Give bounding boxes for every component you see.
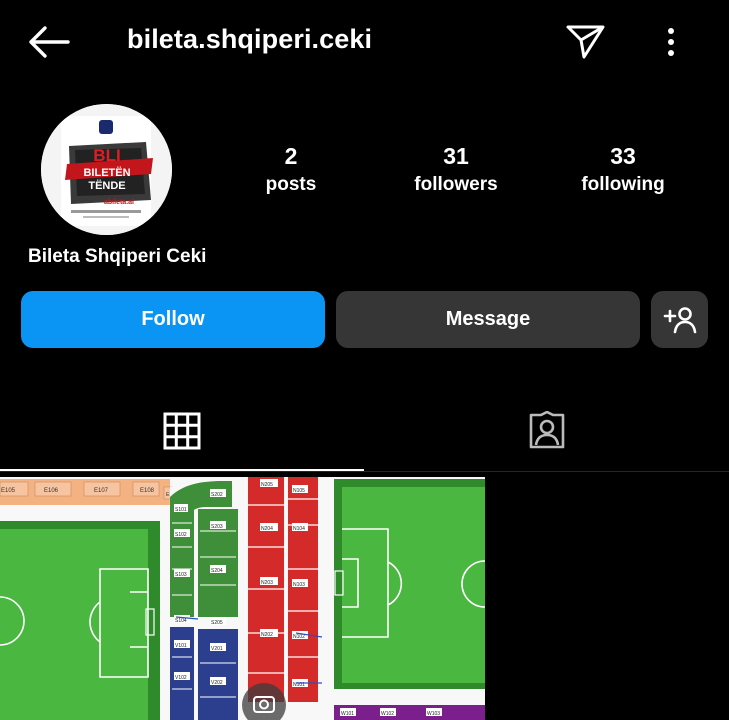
sector-label: E106: [44, 488, 59, 494]
sector-row-w: W101 W102 W103: [334, 705, 485, 720]
avatar-text-line3: TËNDE: [88, 179, 125, 192]
sector-label: E105: [1, 488, 16, 494]
sector-label: N105: [293, 488, 305, 494]
sector-label: S101: [175, 507, 187, 513]
stat-followers-value: 31: [443, 143, 469, 169]
profile-avatar[interactable]: BLI BILETËN TËNDE abileta.al: [41, 104, 172, 235]
message-button[interactable]: Message: [336, 291, 640, 348]
stat-following-label: following: [581, 174, 665, 195]
sector-label: E108: [140, 488, 155, 494]
euro-logo: [99, 120, 113, 134]
avatar-site: abileta.al: [104, 199, 134, 206]
sector-label: V102: [175, 675, 187, 681]
stat-followers-label: followers: [414, 174, 498, 195]
sector-label: N102: [293, 634, 305, 640]
paper-plane-icon: [566, 25, 605, 59]
stat-following-value: 33: [610, 143, 636, 169]
sector-block-s: S101 S202 S102 S203 S103 S204 S104 S205: [170, 481, 238, 626]
stat-posts-value: 2: [284, 143, 298, 169]
avatar-text-line2: BILETËN: [83, 166, 130, 179]
follow-button[interactable]: Follow: [21, 291, 325, 348]
arrow-left-icon: [29, 26, 70, 58]
sector-label: S204: [211, 568, 223, 574]
sector-label: N203: [261, 580, 273, 586]
stat-following[interactable]: 33 following: [563, 140, 683, 198]
stat-posts[interactable]: 2 posts: [231, 140, 351, 198]
sector-block-v: V101 V201 V102 V202: [170, 627, 238, 720]
tab-posts-grid[interactable]: [0, 390, 364, 472]
display-name: Bileta Shqiperi Ceki: [28, 246, 207, 267]
sector-label: W101: [341, 711, 354, 717]
post-thumbnail[interactable]: E105 E106 E107 E108 E109 S101 S202: [0, 477, 485, 720]
grid-icon: [163, 412, 201, 450]
sector-label: N103: [293, 582, 305, 588]
sector-label: N204: [261, 526, 273, 532]
stat-followers[interactable]: 31 followers: [396, 140, 516, 198]
suggest-user-button[interactable]: [651, 291, 708, 348]
add-user-icon: [663, 306, 696, 333]
sector-label: V202: [211, 680, 223, 686]
back-button[interactable]: [26, 22, 72, 62]
profile-username: bileta.shqiperi.ceki: [127, 24, 373, 54]
sector-label: W102: [381, 711, 394, 717]
sector-label: S202: [211, 492, 223, 498]
sector-label: N205: [261, 482, 273, 488]
stat-posts-label: posts: [265, 174, 317, 195]
tagged-person-icon: [529, 411, 564, 449]
sector-label: E107: [94, 488, 109, 494]
sector-label: S102: [175, 532, 187, 538]
sector-label: N202: [261, 632, 273, 638]
sector-label: V201: [211, 646, 223, 652]
tab-tagged[interactable]: [364, 390, 729, 472]
sector-label: S104: [175, 618, 187, 624]
sector-label: S203: [211, 524, 223, 530]
sector-label: S103: [175, 572, 187, 578]
more-vertical-icon: [668, 28, 674, 56]
more-options-button[interactable]: [656, 22, 686, 62]
sector-label: N104: [293, 526, 305, 532]
avatar-text-line1: BLI: [93, 146, 120, 165]
sector-label: W103: [427, 711, 440, 717]
tab-divider: [0, 471, 729, 472]
sector-label: V101: [175, 643, 187, 649]
share-button[interactable]: [562, 18, 608, 64]
sector-label: S205: [211, 620, 223, 626]
